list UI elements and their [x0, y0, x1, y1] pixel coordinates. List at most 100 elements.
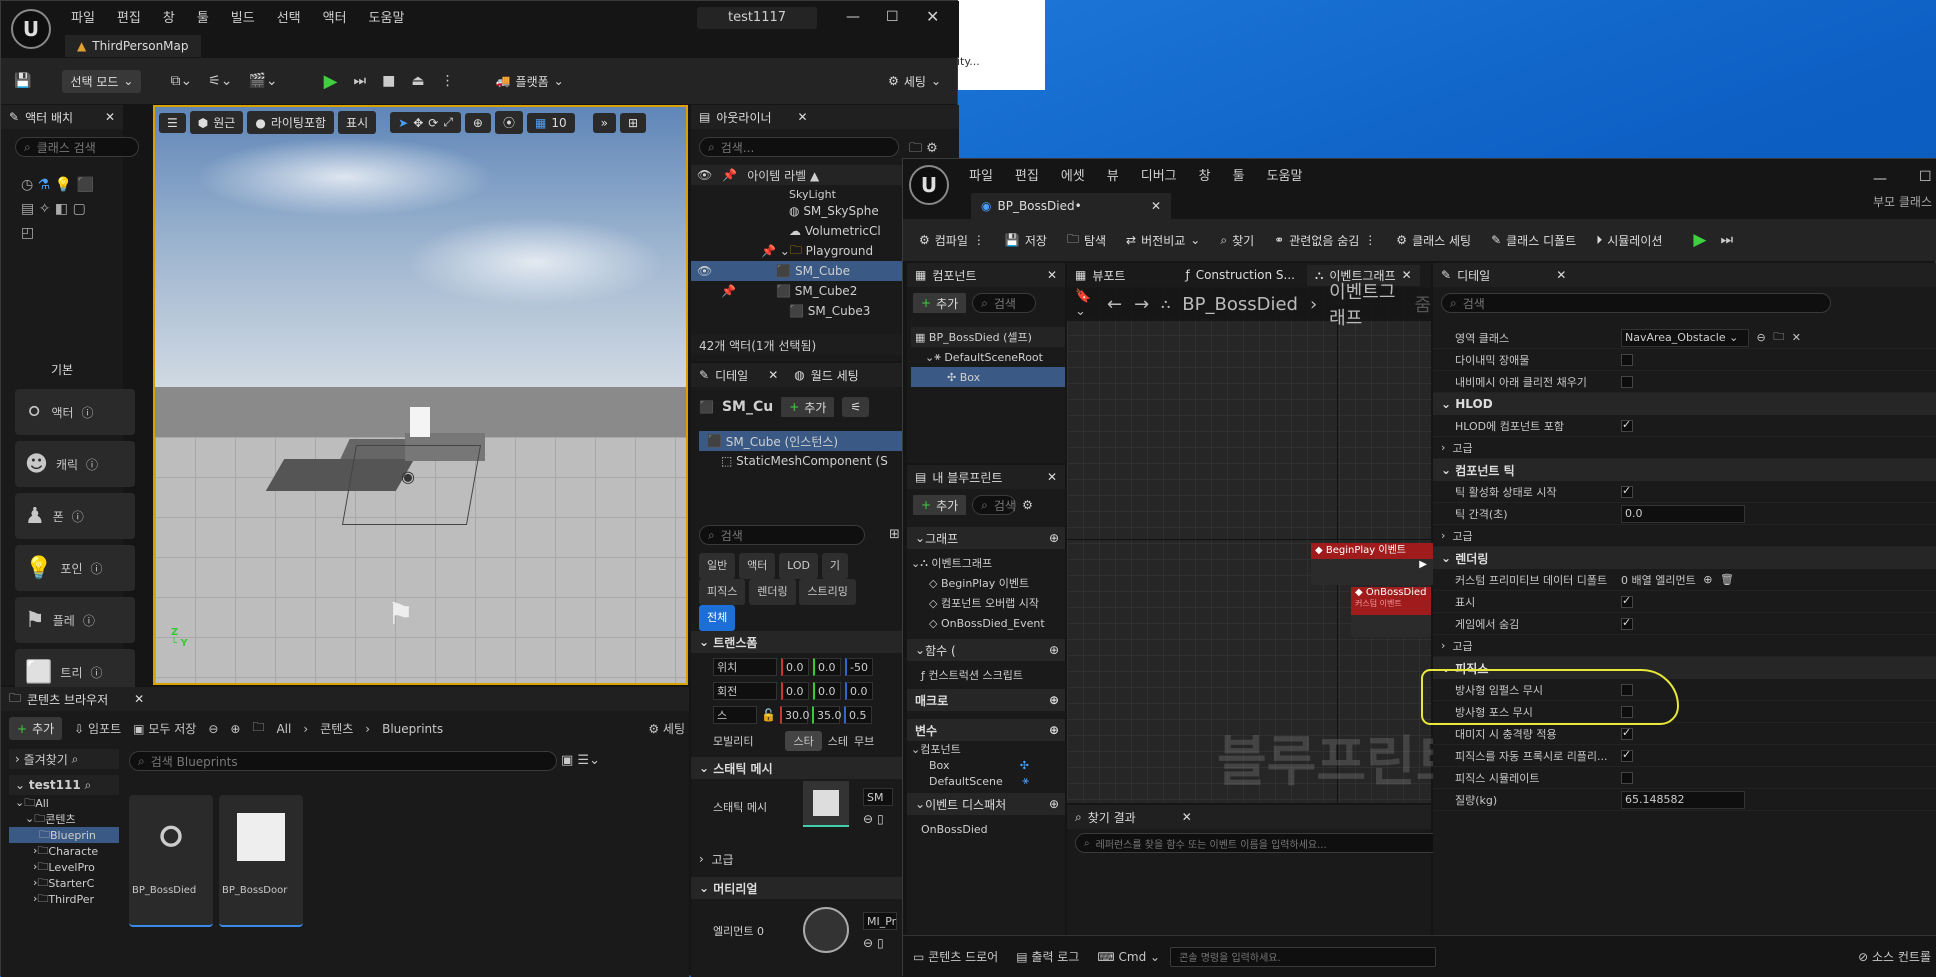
dispatchers-section[interactable]: ⌄ 이벤트 디스패처 ⊕: [907, 793, 1065, 815]
details-section[interactable]: ⌄ 컴포넌트 틱: [1433, 459, 1936, 481]
menu-tools[interactable]: 툴: [1233, 169, 1245, 184]
location-z[interactable]: -50: [845, 658, 873, 676]
location-x[interactable]: 0.0: [781, 658, 809, 676]
breadcrumb-blueprint[interactable]: BP_BossDied: [1182, 294, 1298, 315]
bp-details-search-input[interactable]: ⌕ 검색: [1441, 293, 1831, 313]
close-icon[interactable]: ✕: [1047, 268, 1057, 282]
browse-icon[interactable]: ▯: [877, 812, 884, 826]
add-circle-icon[interactable]: ⊕: [1049, 693, 1059, 707]
path-blueprints[interactable]: Blueprints: [382, 722, 443, 736]
exec-pin-icon[interactable]: ▶: [1311, 559, 1435, 570]
material-value[interactable]: MI_Pr: [863, 912, 897, 930]
surface-snap-icon[interactable]: ⦿: [494, 111, 523, 134]
mobility-stationary[interactable]: 스테: [828, 733, 848, 749]
rotation-x[interactable]: 0.0: [781, 682, 809, 700]
close-icon[interactable]: ✕: [768, 368, 778, 382]
import-button[interactable]: ⇩ 임포트: [74, 720, 121, 737]
move-icon[interactable]: ✥: [413, 116, 423, 130]
close-icon[interactable]: ✕: [1047, 470, 1057, 484]
help-icon[interactable]: ⓘ: [86, 456, 98, 473]
add-circle-icon[interactable]: ⊕: [1049, 723, 1059, 737]
light-icon[interactable]: 💡: [55, 177, 72, 193]
graphs-section[interactable]: ⌄ 그래프 ⊕: [907, 527, 1065, 549]
add-circle-icon[interactable]: ⊕: [1049, 797, 1059, 811]
add-component-button[interactable]: + 추가: [781, 397, 835, 417]
property-checkbox[interactable]: [1621, 484, 1633, 498]
menu-help[interactable]: 도움말: [1267, 169, 1303, 184]
use-selected-icon[interactable]: ⊖: [863, 812, 873, 826]
all-classes-icon[interactable]: ▢: [73, 201, 86, 217]
scale-x[interactable]: 30.0: [779, 706, 809, 724]
scale-z[interactable]: 0.5: [843, 706, 872, 724]
viewport-menu-icon[interactable]: ☰: [159, 112, 186, 133]
eject-icon[interactable]: ⏏: [406, 71, 429, 91]
breadcrumb-graph[interactable]: 이벤트그래프: [1329, 278, 1402, 330]
menu-asset[interactable]: 에셋: [1061, 169, 1085, 184]
menu-build[interactable]: 빌드: [231, 11, 255, 26]
variable-item[interactable]: Box ✣: [907, 757, 1065, 773]
class-settings-button[interactable]: ⚙ 클래스 세팅: [1388, 229, 1479, 252]
details-section[interactable]: ⌄ 렌더링: [1433, 547, 1936, 569]
perspective-button[interactable]: ⬢ 원근: [189, 111, 244, 134]
menu-view[interactable]: 뷰: [1107, 169, 1119, 184]
cinematic-icon[interactable]: ▤: [21, 201, 34, 217]
property-checkbox[interactable]: [1621, 353, 1633, 366]
property-checkbox[interactable]: [1621, 375, 1633, 388]
stop-icon[interactable]: ■: [377, 71, 400, 91]
advanced-row[interactable]: › 고급: [699, 849, 734, 869]
back-arrow-icon[interactable]: ←: [1107, 294, 1122, 315]
add-actor-icon[interactable]: ⧉⌄: [165, 71, 197, 91]
component-vars-group[interactable]: ⌄ 컴포넌트: [907, 741, 1065, 757]
blueprint-icon[interactable]: ⚟⌄: [203, 71, 237, 91]
location-dropdown[interactable]: 위치: [713, 658, 777, 676]
find-button[interactable]: ⌕ 찾기: [1212, 229, 1262, 252]
outliner-search-input[interactable]: ⌕ 검색...: [699, 137, 899, 157]
bookmark-icon[interactable]: 🔖⌄: [1075, 289, 1095, 319]
shape-icon[interactable]: ⬛: [77, 177, 94, 193]
add-circle-icon[interactable]: ⊕: [1049, 643, 1059, 657]
tree-item[interactable]: ⌄🗀 All: [9, 795, 119, 811]
more-icon[interactable]: ◰: [21, 225, 34, 241]
functions-section[interactable]: ⌄ 함수 (⊕: [907, 639, 1065, 661]
add-circle-icon[interactable]: ⊕: [1049, 531, 1059, 545]
event-graph-item[interactable]: ⌄ ⛬ 이벤트그래프: [907, 553, 1065, 573]
dispatcher-item[interactable]: OnBossDied: [907, 819, 1065, 839]
path-all[interactable]: All: [276, 722, 291, 736]
pin-icon[interactable]: 📌: [761, 244, 776, 258]
property-checkbox[interactable]: [1621, 771, 1633, 784]
components-search-input[interactable]: ⌕ 검색: [972, 293, 1037, 313]
forward-arrow-icon[interactable]: →: [1134, 294, 1149, 315]
actor-item[interactable]: 💡 포인 ⓘ: [15, 545, 135, 591]
eye-icon[interactable]: 👁: [697, 168, 712, 182]
volume-icon[interactable]: ◧: [55, 201, 68, 217]
actor-item[interactable]: ☻ 캐릭 ⓘ: [15, 441, 135, 487]
play-icon[interactable]: ▶: [1688, 228, 1711, 252]
menu-tools[interactable]: 툴: [197, 11, 209, 26]
actor-item[interactable]: ⚑ 플레 ⓘ: [15, 597, 135, 643]
bp-asset-tab[interactable]: ◉ BP_BossDied• ✕: [971, 193, 1171, 219]
component-item[interactable]: ⌄ ⚹ DefaultSceneRoot: [911, 347, 1065, 367]
play-options-icon[interactable]: ⋮: [436, 71, 460, 91]
pin-icon[interactable]: 📌: [721, 284, 736, 298]
help-icon[interactable]: ⓘ: [82, 404, 94, 421]
component-item[interactable]: ▦ BP_BossDied (셀프): [911, 327, 1065, 347]
minimize-icon[interactable]: —: [1873, 171, 1887, 187]
gear-icon[interactable]: ⚙: [1022, 498, 1033, 512]
advanced-row[interactable]: › 고급: [1433, 525, 1936, 547]
menu-select[interactable]: 선택: [277, 11, 301, 26]
tree-item[interactable]: ›🗀 ThirdPer: [9, 891, 119, 907]
tab-construction[interactable]: ƒ Construction S...: [1177, 266, 1303, 284]
menu-debug[interactable]: 디버그: [1141, 169, 1177, 184]
output-log-button[interactable]: ▤ 출력 로그: [1016, 948, 1079, 965]
filter-icon[interactable]: ▣ ☰⌄: [561, 753, 600, 768]
variable-item[interactable]: DefaultScene ⚹: [907, 773, 1065, 789]
add-component-button[interactable]: + 추가: [913, 293, 967, 313]
tree-item[interactable]: ›🗀 LevelPro: [9, 859, 119, 875]
menu-edit[interactable]: 편집: [1015, 169, 1039, 184]
menu-window[interactable]: 창: [1199, 169, 1211, 184]
material-thumbnail[interactable]: [803, 907, 849, 953]
advanced-row[interactable]: › 고급: [1433, 635, 1936, 657]
step-icon[interactable]: ⏭: [349, 71, 372, 91]
expand-icon[interactable]: »: [592, 112, 616, 133]
path-content[interactable]: 콘텐츠: [320, 720, 353, 737]
